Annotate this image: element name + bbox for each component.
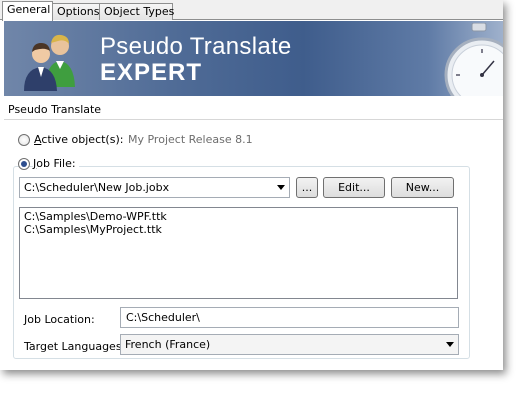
target-languages-label: Target Languages:: [24, 340, 126, 353]
target-languages-dropdown[interactable]: French (France): [120, 334, 459, 355]
job-file-radio-dot: [21, 161, 27, 167]
active-object-value: My Project Release 8.1: [128, 133, 253, 146]
tab-strip: General Options Object Types: [0, 0, 503, 21]
tab-options[interactable]: Options: [52, 3, 100, 20]
new-button[interactable]: New...: [391, 177, 454, 198]
edit-button[interactable]: Edit...: [323, 177, 385, 198]
banner-subtitle: EXPERT: [100, 59, 203, 86]
active-object-label[interactable]: Active object(s):: [34, 133, 123, 146]
stopwatch-icon: [444, 23, 503, 96]
job-file-label[interactable]: Job File:: [33, 157, 79, 170]
job-location-label: Job Location:: [24, 313, 95, 326]
job-file-radio[interactable]: [18, 158, 30, 170]
users-icon: [24, 34, 75, 91]
header-banner: Pseudo Translate EXPERT: [4, 21, 503, 96]
tab-general[interactable]: General: [2, 1, 53, 21]
job-file-path-dropdown[interactable]: C:\Scheduler\New Job.jobx: [19, 177, 290, 198]
section-title: Pseudo Translate: [8, 103, 102, 116]
job-location-field[interactable]: C:\Scheduler\: [120, 307, 459, 328]
chevron-down-icon: [277, 185, 285, 190]
list-item[interactable]: C:\Samples\MyProject.ttk: [24, 223, 453, 236]
chevron-down-icon: [446, 342, 454, 347]
browse-button[interactable]: ...: [296, 177, 318, 198]
list-item[interactable]: C:\Samples\Demo-WPF.ttk: [24, 210, 453, 223]
section-divider: [4, 119, 503, 120]
dialog-frame: General Options Object Types Pseudo Tran…: [0, 0, 503, 370]
job-file-label-text: ob File:: [36, 157, 76, 170]
file-list[interactable]: C:\Samples\Demo-WPF.ttk C:\Samples\MyPro…: [19, 207, 458, 299]
job-file-path-value: C:\Scheduler\New Job.jobx: [24, 181, 170, 194]
active-object-label-text: ctive object(s):: [41, 133, 124, 146]
banner-title: Pseudo Translate: [100, 33, 292, 60]
active-object-radio[interactable]: [18, 134, 30, 146]
tab-object-types[interactable]: Object Types: [99, 3, 174, 20]
target-languages-value: French (France): [125, 338, 211, 351]
